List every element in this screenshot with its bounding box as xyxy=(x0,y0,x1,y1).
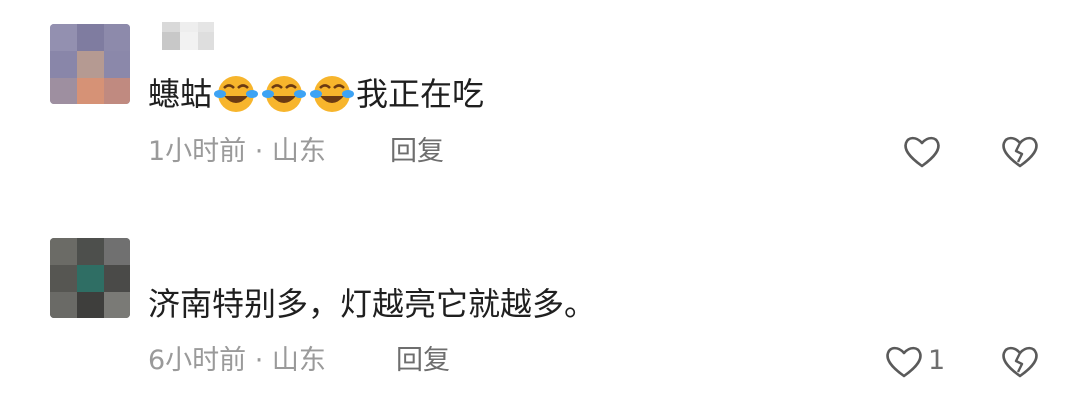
dislike-button[interactable] xyxy=(1000,134,1040,170)
like-count: 1 xyxy=(928,345,946,376)
comment-text: 蟪蛄 我正在吃 xyxy=(148,74,484,114)
broken-heart-icon xyxy=(1002,136,1038,168)
like-button[interactable] xyxy=(884,344,924,380)
comment-text-part: 蟪蛄 xyxy=(148,75,213,113)
comment-text-part: 济南特别多，灯越亮它就越多。 xyxy=(148,285,597,323)
face-with-tears-of-joy-icon xyxy=(310,74,355,114)
face-with-tears-of-joy-icon xyxy=(262,74,307,114)
dislike-button[interactable] xyxy=(1000,344,1040,380)
heart-outline-icon xyxy=(886,346,922,378)
comment-text: 济南特别多，灯越亮它就越多。 xyxy=(148,284,596,324)
username-redacted xyxy=(162,22,214,50)
like-button[interactable] xyxy=(902,134,942,170)
heart-outline-icon xyxy=(904,136,940,168)
avatar[interactable] xyxy=(50,24,130,104)
comment-item: 蟪蛄 我正在吃 1小时前 · 山东 回复 xyxy=(0,0,1080,200)
face-with-tears-of-joy-icon xyxy=(214,74,259,114)
broken-heart-icon xyxy=(1002,346,1038,378)
comment-item: 济南特别多，灯越亮它就越多。 6小时前 · 山东 回复 1 xyxy=(0,200,1080,405)
comment-meta: 1小时前 · 山东 xyxy=(148,136,326,167)
reply-button[interactable]: 回复 xyxy=(396,343,450,379)
comment-meta: 6小时前 · 山东 xyxy=(148,345,326,376)
reply-button[interactable]: 回复 xyxy=(390,134,444,170)
avatar[interactable] xyxy=(50,238,130,318)
comment-text-part: 我正在吃 xyxy=(356,75,485,113)
